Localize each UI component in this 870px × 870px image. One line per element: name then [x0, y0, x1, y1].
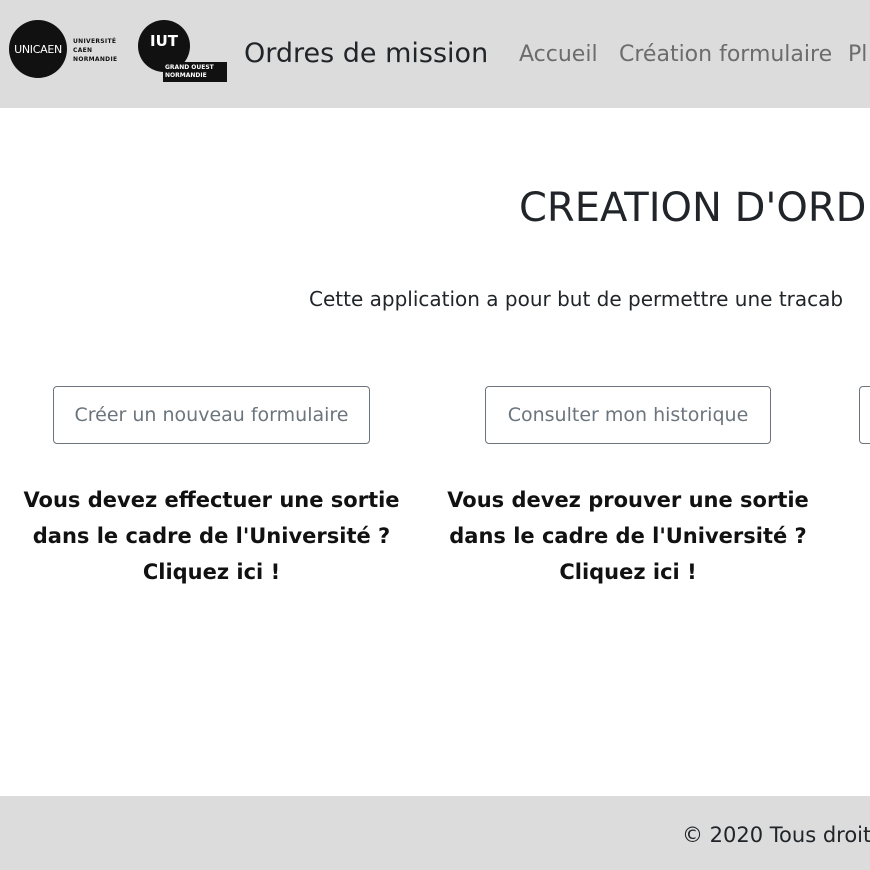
footer-copyright: © 2020 Tous droit — [682, 823, 870, 847]
unicaen-logo-line: NORMANDIE — [73, 56, 118, 63]
unicaen-logo-line: UNIVERSITÉ — [73, 38, 117, 45]
intro-text: Cette application a pour but de permettr… — [309, 287, 844, 311]
footer: © 2020 Tous droit — [0, 796, 870, 870]
navbar: UNICAEN UNIVERSITÉ CAEN NORMANDIE IUT GR… — [0, 0, 870, 108]
nav-link-accueil[interactable]: Accueil — [519, 40, 598, 70]
page: UNICAEN UNIVERSITÉ CAEN NORMANDIE IUT GR… — [0, 0, 870, 870]
iut-logo-line: NORMANDIE — [165, 72, 207, 79]
iut-logo-line: GRAND OUEST — [165, 64, 214, 71]
create-form-button[interactable]: Créer un nouveau formulaire — [53, 386, 370, 444]
unicaen-logo-mark: UNICAEN — [14, 42, 62, 56]
iut-logo-mark: IUT — [150, 32, 178, 50]
unicaen-logo[interactable]: UNICAEN — [9, 20, 67, 78]
iut-logo-banner: GRAND OUEST NORMANDIE — [163, 62, 227, 82]
create-form-description: Vous devez effectuer une sortie dans le … — [18, 482, 405, 590]
nav-link-creation-formulaire[interactable]: Création formulaire — [619, 40, 832, 70]
history-button[interactable]: Consulter mon historique — [485, 386, 771, 444]
description-line: dans le cadre de l'Université ? — [32, 524, 391, 548]
unicaen-logo-line: CAEN — [73, 47, 93, 54]
unicaen-logo-text: UNIVERSITÉ CAEN NORMANDIE — [73, 37, 117, 64]
page-title: CREATION D'ORDR — [519, 185, 870, 231]
description-line: Vous devez prouver une sortie — [447, 488, 809, 512]
description-line: dans le cadre de l'Université ? — [449, 524, 807, 548]
third-card-button[interactable] — [859, 386, 870, 444]
description-line: Vous devez effectuer une sortie — [23, 488, 400, 512]
navbar-brand[interactable]: Ordres de mission — [244, 36, 488, 72]
description-line: Cliquez ici ! — [559, 560, 697, 584]
description-line: Cliquez ici ! — [142, 560, 281, 584]
history-description: Vous devez prouver une sortie dans le ca… — [442, 482, 814, 590]
nav-link-partial[interactable]: Pl — [848, 40, 867, 70]
